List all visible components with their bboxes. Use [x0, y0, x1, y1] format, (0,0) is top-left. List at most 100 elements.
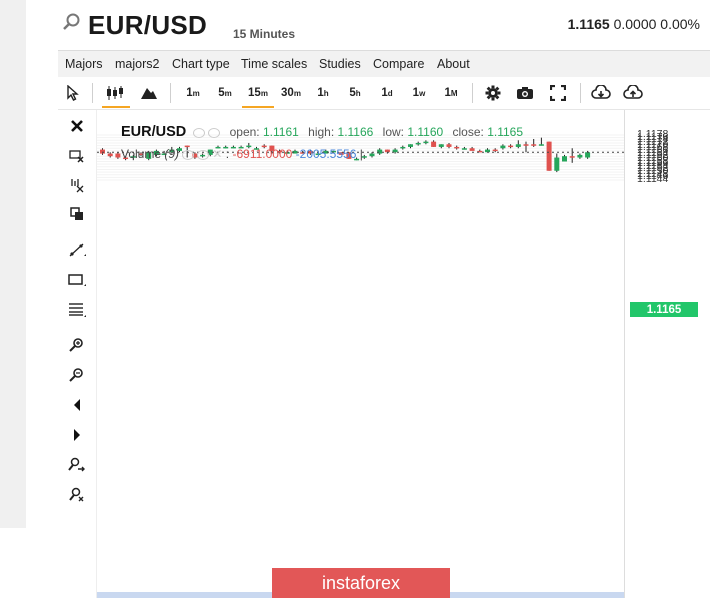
interval-1h[interactable]: 1h — [312, 82, 334, 104]
candle[interactable] — [431, 140, 437, 147]
candle[interactable] — [369, 152, 375, 158]
candle[interactable] — [469, 146, 475, 151]
interval-1w[interactable]: 1w — [408, 82, 430, 104]
interval-1M[interactable]: 1M — [440, 82, 462, 104]
menu-time-scales[interactable]: Time scales — [241, 57, 307, 71]
candlestick-chart[interactable] — [97, 110, 624, 598]
chart-header: EUR/USD 15 Minutes 1.1165 0.0000 0.00% — [58, 0, 710, 50]
candle[interactable] — [107, 152, 113, 158]
zoom-out-icon[interactable] — [66, 365, 88, 385]
last-price: 1.1165 — [567, 16, 610, 32]
visibility-icon[interactable] — [193, 127, 206, 138]
active-interval-indicator — [242, 106, 274, 108]
toolbar-separator — [170, 83, 171, 103]
menu-majors2[interactable]: majors2 — [115, 57, 159, 71]
menu-compare[interactable]: Compare — [373, 57, 424, 71]
close-icon[interactable] — [66, 116, 88, 136]
candle[interactable] — [461, 146, 467, 150]
candle-body — [554, 157, 560, 171]
candle[interactable] — [454, 145, 460, 150]
candle[interactable] — [492, 148, 498, 153]
symbol-title[interactable]: EUR/USD — [88, 10, 207, 41]
ohlc-legend: EUR/USD open: 1.1161 high: 1.1166 low: 1… — [121, 124, 523, 140]
legend-low-label: low: — [382, 125, 405, 139]
volume-value-1: -6911.0000 — [232, 147, 293, 161]
interval-15m[interactable]: 15 m — [245, 82, 271, 104]
candle[interactable] — [446, 142, 452, 149]
interval-5h[interactable]: 5h — [344, 82, 366, 104]
price-axis[interactable]: 1.1178 1.1176 1.1174 1.1172 1.1170 1.1168 1.11… — [624, 110, 711, 598]
candle[interactable] — [400, 145, 406, 150]
candle-body — [585, 152, 591, 158]
candle[interactable] — [577, 153, 583, 159]
candle-body — [408, 144, 413, 147]
area-chart-icon[interactable] — [138, 82, 160, 104]
magnet-icon[interactable] — [66, 175, 88, 195]
candle[interactable] — [508, 144, 514, 149]
legend-open-value: 1.1161 — [262, 125, 299, 139]
trendline-icon[interactable] — [66, 240, 88, 260]
candle[interactable] — [384, 149, 390, 154]
candle-body — [508, 145, 514, 148]
legend-high-value: 1.1166 — [337, 125, 374, 139]
interval-1d[interactable]: 1d — [376, 82, 398, 104]
volume-value-2: -2005.5556 — [295, 147, 357, 161]
fullscreen-icon[interactable] — [547, 82, 569, 104]
candle[interactable] — [485, 148, 490, 153]
menu-about[interactable]: About — [437, 57, 470, 71]
volume-label: Volume — [121, 147, 162, 161]
zoom-reset-icon[interactable] — [66, 485, 88, 505]
candle-body — [492, 149, 498, 152]
search-icon[interactable] — [62, 12, 82, 32]
candle-body — [400, 146, 406, 149]
volume-period: (9) — [164, 147, 180, 161]
copy-icon[interactable] — [66, 204, 88, 224]
candles-icon[interactable] — [104, 82, 126, 104]
candle[interactable] — [538, 137, 544, 146]
candle[interactable] — [515, 140, 521, 149]
rectangle-icon[interactable] — [66, 270, 88, 290]
visibility-icon[interactable] — [182, 149, 195, 160]
candle-body — [107, 153, 113, 157]
current-price-tag: 1.1165 — [630, 302, 698, 317]
legend-close-label: close: — [452, 125, 484, 139]
arrow-right-icon[interactable] — [66, 425, 88, 445]
settings-icon[interactable] — [197, 149, 210, 160]
cursor-icon[interactable] — [64, 82, 82, 104]
settings-icon[interactable] — [208, 127, 221, 138]
legend-low-value: 1.1160 — [407, 125, 444, 139]
watermark-logo: instaforex — [272, 568, 450, 598]
candle-body — [531, 144, 537, 146]
zoom-in-icon[interactable] — [66, 335, 88, 355]
menu-majors[interactable]: Majors — [65, 57, 103, 71]
left-edge-panel — [0, 0, 26, 528]
candle[interactable] — [438, 144, 444, 149]
candle[interactable] — [423, 140, 429, 145]
close-icon[interactable]: ✕ — [212, 147, 222, 161]
candle[interactable] — [415, 141, 421, 146]
arrow-left-icon[interactable] — [66, 395, 88, 415]
toolbar-separator — [472, 83, 473, 103]
menu-chart-type[interactable]: Chart type — [172, 57, 230, 71]
eraser-icon[interactable] — [66, 146, 88, 166]
zoom-forward-icon[interactable] — [66, 455, 88, 475]
candle[interactable] — [408, 144, 413, 149]
menu-studies[interactable]: Studies — [319, 57, 361, 71]
interval-30m[interactable]: 30 m — [278, 82, 304, 104]
candle-body — [461, 148, 467, 150]
candle-body — [446, 144, 452, 147]
upload-icon[interactable] — [622, 82, 644, 104]
candle[interactable] — [546, 141, 552, 171]
gear-icon[interactable] — [482, 82, 504, 104]
toolbar-separator — [580, 83, 581, 103]
chart-plot-area[interactable] — [97, 110, 624, 598]
candle[interactable] — [500, 144, 506, 150]
candle[interactable] — [392, 148, 398, 154]
legend-close-value: 1.1165 — [487, 125, 524, 139]
candle-body — [500, 145, 506, 149]
fibonacci-icon[interactable] — [66, 300, 88, 320]
interval-1m[interactable]: 1m — [182, 82, 204, 104]
interval-5m[interactable]: 5m — [214, 82, 236, 104]
camera-icon[interactable] — [514, 82, 536, 104]
download-icon[interactable] — [590, 82, 612, 104]
